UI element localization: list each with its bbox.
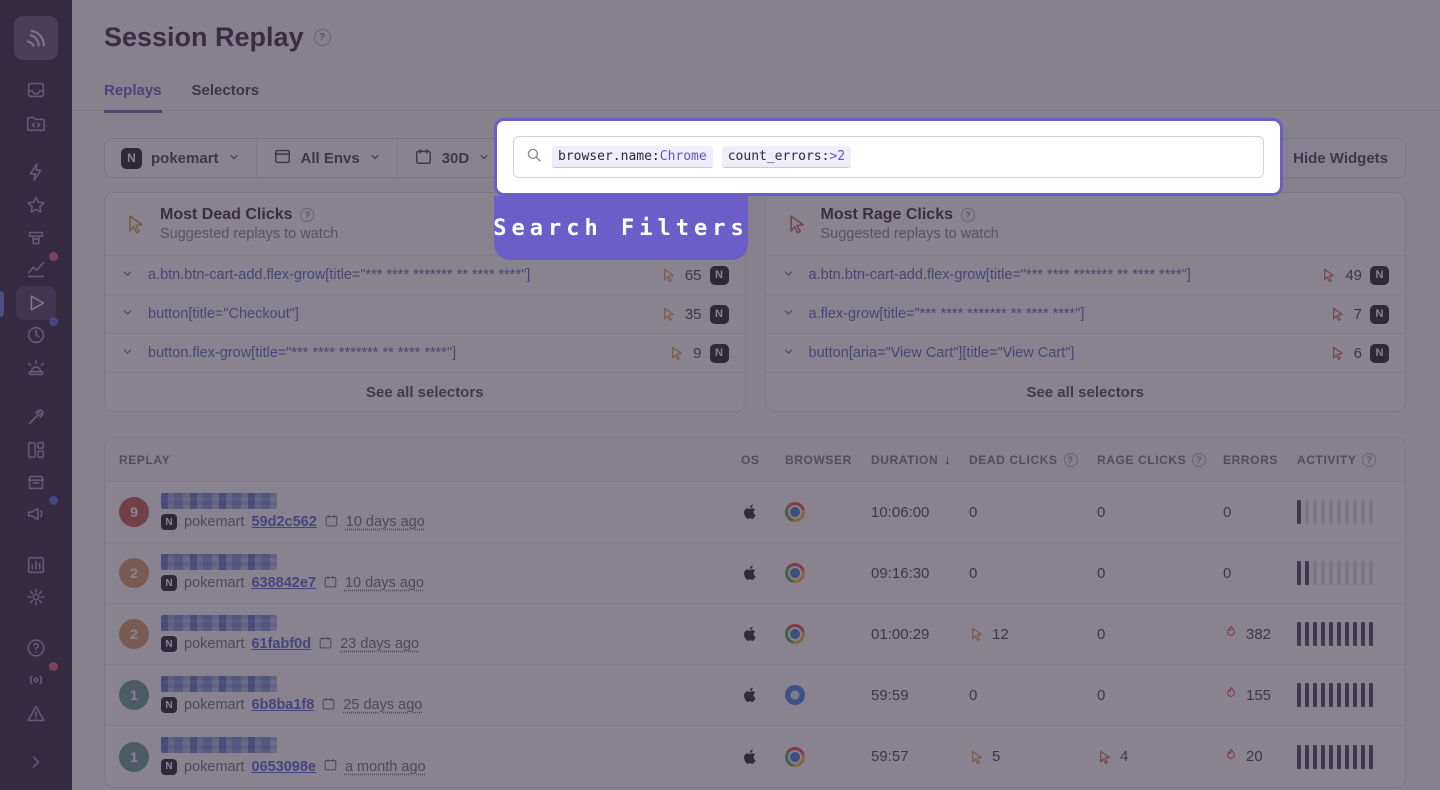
search-token[interactable]: count_errors:>2 — [722, 146, 851, 168]
search-input[interactable]: browser.name:Chrome count_errors:>2 — [513, 136, 1264, 178]
search-filters-tour-label: Search Filters — [494, 196, 748, 260]
search-box: browser.name:Chrome count_errors:>2 — [494, 118, 1283, 196]
search-icon — [525, 146, 543, 169]
search-spotlight: browser.name:Chrome count_errors:>2 Sear… — [494, 118, 1283, 260]
search-token[interactable]: browser.name:Chrome — [552, 146, 713, 168]
